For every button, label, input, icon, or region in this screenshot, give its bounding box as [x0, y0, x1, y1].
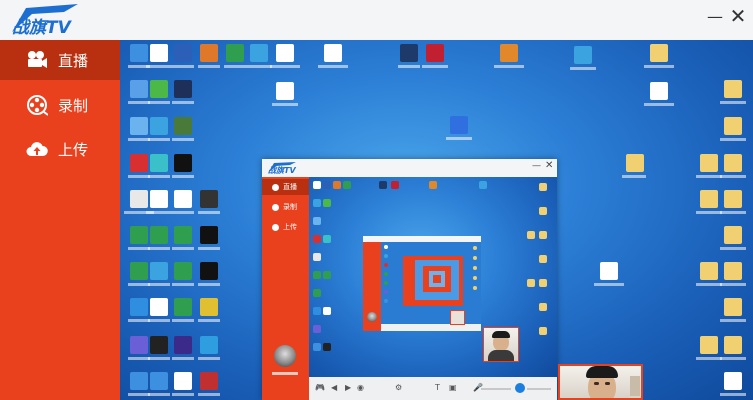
desktop-icon [650, 82, 668, 100]
desktop-icon [724, 226, 742, 244]
nested-control-bar: 🎮 ◀ ▶ ◉ ⚙ T ▣ 🎤 [309, 377, 557, 400]
desktop-icon [426, 44, 444, 62]
desktop-icon [200, 372, 218, 390]
svg-text:战旗TV: 战旗TV [268, 166, 296, 175]
sidebar-item-label: 直播 [58, 51, 89, 70]
sidebar: 直播 录制 上传 [0, 40, 127, 400]
desktop-icon [700, 190, 718, 208]
desktop-icon [200, 298, 218, 316]
desktop-icon [150, 336, 168, 354]
desktop-icon [276, 82, 294, 100]
desktop-icon [724, 190, 742, 208]
desktop-icon [200, 226, 218, 244]
nested-title-bar: 战旗TV — ✕ [262, 159, 557, 177]
sidebar-item-label: 上传 [58, 140, 89, 159]
nested-sidebar: 直播 录制 上传 [262, 177, 309, 400]
desktop-icon [724, 80, 742, 98]
desktop-icon [130, 262, 148, 280]
desktop-icon [324, 44, 342, 62]
desktop-icon [130, 298, 148, 316]
desktop-icon [626, 154, 644, 172]
nested-avatar [274, 345, 296, 367]
nested-logo: 战旗TV [268, 162, 296, 175]
desktop-icon [724, 336, 742, 354]
desktop-icon [130, 80, 148, 98]
desktop-icon [200, 262, 218, 280]
close-button[interactable]: ✕ [728, 4, 748, 28]
desktop-icon [150, 226, 168, 244]
desktop-icon [400, 44, 418, 62]
desktop-icon [700, 154, 718, 172]
desktop-icon [174, 226, 192, 244]
desktop-icon [174, 80, 192, 98]
desktop-icon [130, 190, 148, 208]
desktop-icon [150, 372, 168, 390]
film-reel-icon [26, 94, 48, 116]
minimize-button[interactable]: — [705, 6, 725, 26]
desktop-icon [450, 116, 468, 134]
desktop-icon [130, 44, 148, 62]
sidebar-item-live[interactable]: 直播 [0, 40, 127, 80]
desktop-icon [574, 46, 592, 64]
desktop-icon [724, 298, 742, 316]
desktop-icon [700, 336, 718, 354]
sidebar-item-record[interactable]: 录制 [0, 85, 120, 125]
desktop-icon [174, 372, 192, 390]
desktop-icon [150, 298, 168, 316]
desktop-icon [200, 44, 218, 62]
desktop-icon [276, 44, 294, 62]
desktop-icon [724, 262, 742, 280]
webcam-preview-tiny [450, 310, 465, 325]
desktop-icon [174, 154, 192, 172]
desktop-icon [724, 117, 742, 135]
desktop-icon [700, 262, 718, 280]
desktop-icon [600, 262, 618, 280]
sidebar-item-upload[interactable]: 上传 [0, 129, 120, 169]
desktop-icon [500, 44, 518, 62]
webcam-preview [558, 364, 643, 400]
cloud-upload-icon [26, 138, 48, 160]
desktop-icon [724, 154, 742, 172]
desktop-icon [724, 372, 742, 390]
title-bar: 战旗TV — ✕ [0, 0, 753, 41]
desktop-icon [130, 154, 148, 172]
desktop-icon [250, 44, 268, 62]
desktop-icon [200, 336, 218, 354]
logo-text: 战旗TV [12, 18, 73, 38]
desktop-icon [174, 298, 192, 316]
desktop-icon [174, 44, 192, 62]
desktop-icon [174, 190, 192, 208]
nested-sidebar-item-record: 录制 [262, 199, 309, 215]
desktop-icon [150, 190, 168, 208]
desktop-icon [150, 117, 168, 135]
nested-minimize-icon: — [532, 161, 541, 171]
desktop-icon [226, 44, 244, 62]
desktop-icon [150, 262, 168, 280]
desktop-icon [200, 190, 218, 208]
nested-sidebar-item-upload: 上传 [262, 219, 309, 235]
desktop-icon [174, 117, 192, 135]
zhanqi-tv-logo: 战旗TV [12, 4, 78, 38]
nested-sidebar-item-live: 直播 [262, 179, 309, 195]
desktop-icon [130, 117, 148, 135]
webcam-preview-nested [483, 327, 519, 362]
desktop-icon [174, 262, 192, 280]
desktop-icon [650, 44, 668, 62]
sidebar-item-label: 录制 [58, 96, 89, 115]
video-camera-icon [26, 49, 48, 71]
desktop-icon [130, 336, 148, 354]
desktop-icon [130, 226, 148, 244]
desktop-icon [150, 44, 168, 62]
nested-close-icon: ✕ [545, 160, 554, 171]
desktop-icon [174, 336, 192, 354]
desktop-icon [150, 80, 168, 98]
desktop-icon [150, 154, 168, 172]
desktop-icon [130, 372, 148, 390]
